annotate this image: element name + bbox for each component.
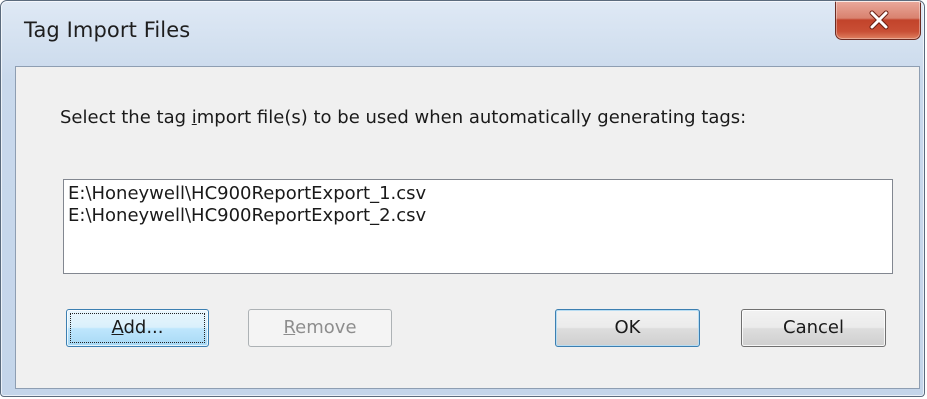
list-item[interactable]: E:\Honeywell\HC900ReportExport_1.csv bbox=[68, 183, 426, 205]
ok-button-label: OK bbox=[614, 317, 641, 338]
dialog-client-area: Select the tag import file(s) to be used… bbox=[15, 66, 920, 389]
instruction-label: Select the tag import file(s) to be used… bbox=[60, 107, 747, 128]
add-button-label: Add... bbox=[111, 317, 164, 338]
list-item[interactable]: E:\Honeywell\HC900ReportExport_2.csv bbox=[68, 205, 426, 227]
cancel-button-label: Cancel bbox=[783, 317, 844, 338]
remove-button[interactable]: Remove bbox=[248, 309, 392, 347]
window-title: Tag Import Files bbox=[24, 18, 191, 42]
close-icon bbox=[869, 10, 889, 30]
remove-button-label: Remove bbox=[283, 317, 357, 338]
cancel-button[interactable]: Cancel bbox=[741, 309, 886, 347]
close-button[interactable] bbox=[835, 1, 921, 40]
import-files-listbox[interactable]: E:\Honeywell\HC900ReportExport_1.csv E:\… bbox=[63, 179, 893, 274]
add-button[interactable]: Add... bbox=[66, 309, 209, 347]
ok-button[interactable]: OK bbox=[555, 309, 700, 347]
dialog-window: Tag Import Files Select the tag import f… bbox=[0, 0, 925, 397]
